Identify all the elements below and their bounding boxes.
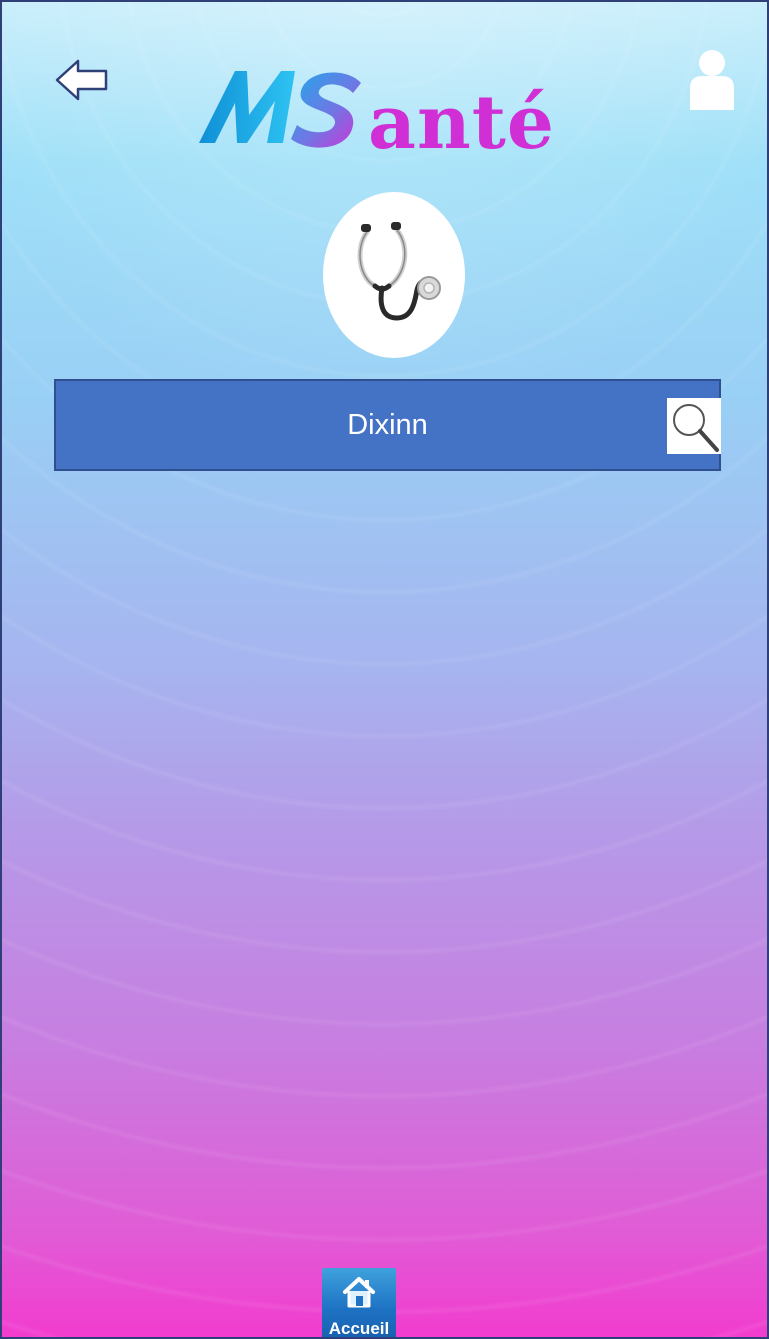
profile-button[interactable]	[686, 48, 738, 112]
app-screen: anté Dixinn Accueil	[0, 0, 769, 1339]
logo-ms-mark	[199, 71, 361, 148]
home-icon	[343, 1277, 375, 1308]
stethoscope-icon	[357, 222, 441, 321]
user-icon	[690, 50, 734, 110]
home-label: Accueil	[328, 1319, 390, 1338]
search-icon	[673, 404, 719, 452]
back-button[interactable]	[54, 57, 110, 103]
category-avatar	[323, 192, 465, 358]
search-value[interactable]: Dixinn	[56, 381, 665, 469]
home-button[interactable]: Accueil	[322, 1268, 396, 1338]
logo-wordmark: anté	[368, 80, 556, 166]
search-button[interactable]	[667, 398, 721, 454]
search-bar[interactable]: Dixinn	[54, 379, 721, 471]
left-arrow-icon	[55, 59, 108, 101]
